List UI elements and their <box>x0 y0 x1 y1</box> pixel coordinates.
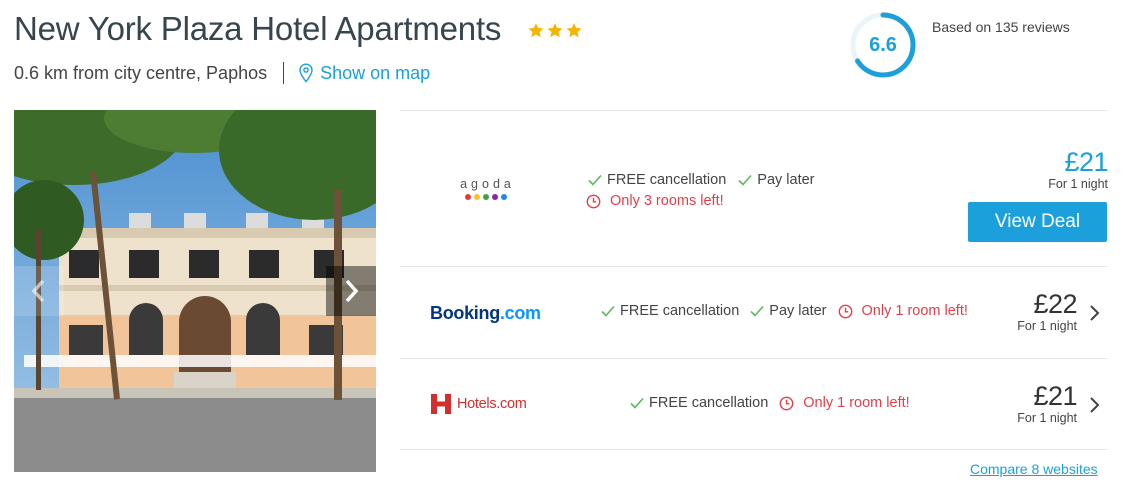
hotel-photo[interactable] <box>14 110 376 472</box>
price-block: £21 For 1 night <box>1017 381 1077 425</box>
pay-later-feature: Pay later <box>750 303 827 319</box>
rooms-left-warning: Only 3 rooms left! <box>586 193 724 209</box>
next-photo-button[interactable] <box>326 266 376 316</box>
pay-later-feature: Pay later <box>738 172 815 188</box>
rooms-left-warning: Only 1 room left! <box>838 303 968 319</box>
check-icon <box>750 305 764 317</box>
price-value: £21 <box>1064 147 1108 177</box>
rating-gauge: 6.6 <box>850 10 920 80</box>
agoda-logo: agoda <box>456 178 516 200</box>
compare-websites-link[interactable]: Compare 8 websites <box>970 461 1098 477</box>
view-deal-button[interactable]: View Deal <box>968 202 1107 242</box>
map-pin-icon <box>299 63 313 83</box>
free-cancellation-feature: FREE cancellation <box>588 172 726 188</box>
rating-score: 6.6 <box>869 34 897 56</box>
hotels-h-icon <box>431 394 451 414</box>
deal-row-hotels[interactable]: Hotels.com FREE cancellation Only 1 room… <box>400 358 1108 450</box>
check-icon <box>601 305 615 317</box>
check-icon <box>738 174 752 186</box>
free-cancellation-feature: FREE cancellation <box>601 303 739 319</box>
price-period: For 1 night <box>1017 319 1077 333</box>
rooms-left-warning: Only 1 room left! <box>779 395 910 411</box>
previous-photo-button[interactable] <box>14 266 64 316</box>
check-icon <box>588 174 602 186</box>
clock-icon <box>586 194 601 208</box>
star-icon <box>547 23 563 38</box>
chevron-right-icon[interactable] <box>1089 396 1101 414</box>
price-period: For 1 night <box>1017 411 1077 425</box>
deals-list: agoda FREE cancellation Pay later Only 3… <box>400 110 1108 450</box>
hotels-logo: Hotels.com <box>429 392 527 416</box>
hotel-building-image <box>14 110 376 472</box>
booking-logo: Booking.com <box>430 303 541 323</box>
price-period: For 1 night <box>1048 177 1108 191</box>
hotel-name: New York Plaza Hotel Apartments <box>14 10 502 47</box>
price-block: £21 For 1 night <box>1048 147 1108 191</box>
show-on-map-link[interactable]: Show on map <box>298 63 430 84</box>
price-value: £22 <box>1033 289 1077 319</box>
star-icon <box>566 23 582 38</box>
chevron-left-icon <box>31 279 45 303</box>
check-icon <box>630 397 644 409</box>
deal-row-agoda[interactable]: agoda FREE cancellation Pay later Only 3… <box>400 110 1108 266</box>
location-line: 0.6 km from city centre, Paphos Show on … <box>14 62 430 84</box>
star-icon <box>528 23 544 38</box>
chevron-right-icon <box>345 279 359 303</box>
clock-icon <box>838 304 852 318</box>
location-text: 0.6 km from city centre, Paphos <box>14 62 268 83</box>
reviews-count: Based on 135 reviews <box>932 19 1070 35</box>
chevron-right-icon[interactable] <box>1089 304 1101 322</box>
deal-row-booking[interactable]: Booking.com FREE cancellation Pay later … <box>400 266 1108 358</box>
divider <box>283 62 285 84</box>
star-rating <box>527 22 583 39</box>
show-on-map-label: Show on map <box>320 62 431 83</box>
free-cancellation-feature: FREE cancellation <box>630 395 768 411</box>
price-value: £21 <box>1033 381 1077 411</box>
clock-icon <box>779 396 794 410</box>
price-block: £22 For 1 night <box>1017 289 1077 333</box>
